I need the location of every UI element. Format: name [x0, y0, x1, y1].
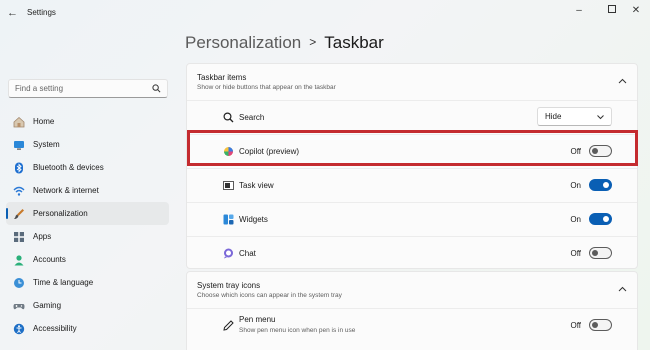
apps-icon [14, 231, 24, 242]
search-visibility-dropdown[interactable]: Hide [537, 107, 612, 126]
maximize-icon[interactable] [603, 3, 621, 19]
widgets-state-label: On [570, 215, 581, 224]
accessibility-icon [13, 323, 25, 334]
task-view-toggle[interactable] [589, 179, 612, 191]
breadcrumb: Personalization > Taskbar [185, 33, 384, 53]
pen-menu-state-label: Off [570, 321, 581, 330]
section-title: System tray icons [197, 281, 261, 290]
search-label: Search [239, 113, 265, 122]
title-bar: ← Settings – ✕ [0, 0, 650, 26]
brush-icon [14, 208, 24, 219]
pen-menu-row: Pen menu Show pen menu icon when pen is … [187, 308, 637, 342]
task-view-row: Task view On [187, 168, 637, 202]
widgets-row: Widgets On [187, 202, 637, 236]
sidebar-item-personalization[interactable]: Personalization [6, 202, 169, 225]
widgets-icon [223, 214, 234, 225]
sidebar-item-bluetooth[interactable]: Bluetooth & devices [6, 156, 169, 179]
minimize-icon[interactable]: – [570, 3, 588, 19]
search-icon [223, 112, 234, 123]
section-subtitle: Show or hide buttons that appear on the … [197, 84, 336, 91]
chat-row: Chat Off [187, 236, 637, 270]
copilot-toggle[interactable] [589, 145, 612, 157]
task-view-state-label: On [570, 181, 581, 190]
widgets-label: Widgets [239, 215, 268, 224]
pen-menu-label: Pen menu [239, 315, 276, 324]
pen-icon [223, 320, 234, 331]
search-box[interactable] [8, 79, 168, 98]
globe-clock-icon [14, 277, 24, 288]
pen-menu-toggle[interactable] [589, 319, 612, 331]
bluetooth-icon [15, 162, 23, 173]
system-tray-header[interactable]: System tray icons Choose which icons can… [187, 272, 637, 308]
taskbar-items-header[interactable]: Taskbar items Show or hide buttons that … [187, 64, 637, 100]
sidebar-item-accounts[interactable]: Accounts [6, 248, 169, 271]
close-icon[interactable]: ✕ [627, 3, 645, 19]
section-title: Taskbar items [197, 73, 247, 82]
sidebar-item-network[interactable]: Network & internet [6, 179, 169, 202]
sidebar-item-time-language[interactable]: Time & language [6, 271, 169, 294]
chat-label: Chat [239, 249, 256, 258]
section-subtitle: Choose which icons can appear in the sys… [197, 292, 342, 299]
breadcrumb-separator: > [309, 35, 317, 49]
system-tray-section: System tray icons Choose which icons can… [186, 271, 638, 350]
wifi-icon [13, 186, 25, 196]
chat-icon [224, 248, 233, 259]
sidebar-item-home[interactable]: Home [6, 110, 169, 133]
search-row: Search Hide [187, 100, 637, 134]
task-view-label: Task view [239, 181, 274, 190]
dropdown-value: Hide [545, 112, 562, 121]
task-view-icon [223, 181, 234, 190]
pen-menu-description: Show pen menu icon when pen is in use [239, 327, 356, 334]
chevron-up-icon[interactable] [618, 285, 627, 293]
back-arrow-icon[interactable]: ← [7, 7, 19, 19]
sidebar-nav: Home System Bluetooth & devices Network … [6, 110, 169, 340]
person-icon [14, 254, 24, 265]
chat-toggle[interactable] [589, 247, 612, 259]
page-title: Taskbar [324, 33, 384, 52]
copilot-icon [224, 147, 233, 156]
monitor-icon [14, 140, 24, 150]
chevron-up-icon[interactable] [618, 77, 627, 85]
copilot-state-label: Off [570, 147, 581, 156]
chat-state-label: Off [570, 249, 581, 258]
sidebar-item-gaming[interactable]: Gaming [6, 294, 169, 317]
widgets-toggle[interactable] [589, 213, 612, 225]
sidebar-item-accessibility[interactable]: Accessibility [6, 317, 169, 340]
gamepad-icon [13, 303, 25, 309]
taskbar-items-section: Taskbar items Show or hide buttons that … [186, 63, 638, 269]
sidebar-item-apps[interactable]: Apps [6, 225, 169, 248]
search-input[interactable] [9, 80, 144, 97]
home-icon [13, 116, 25, 127]
copilot-row: Copilot (preview) Off [187, 134, 637, 168]
sidebar-item-system[interactable]: System [6, 133, 169, 156]
search-icon[interactable] [152, 84, 161, 93]
breadcrumb-parent[interactable]: Personalization [185, 33, 301, 52]
chevron-down-icon [597, 115, 604, 120]
app-title: Settings [27, 8, 56, 17]
copilot-label: Copilot (preview) [239, 147, 300, 156]
